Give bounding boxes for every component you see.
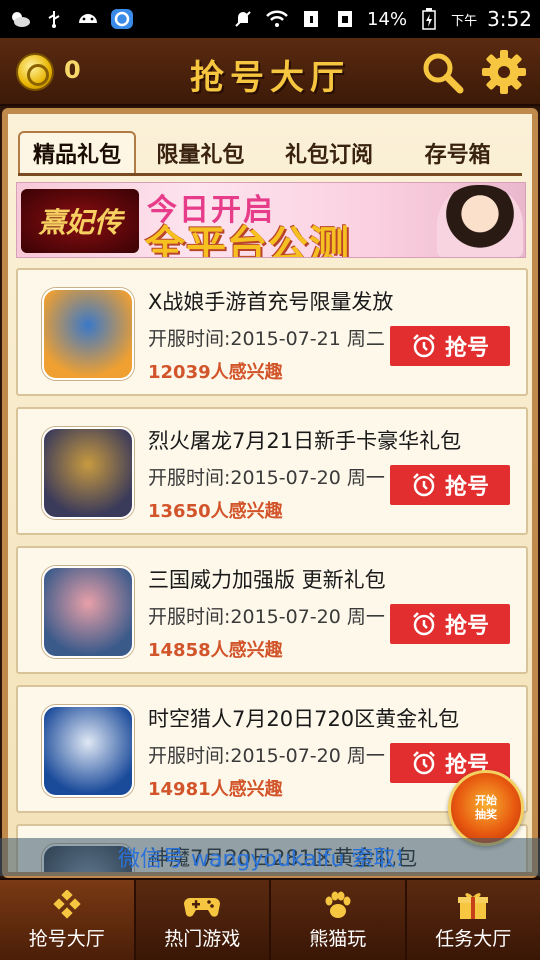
nav-task-hall[interactable]: 任务大厅	[407, 880, 540, 960]
alarm-clock-icon	[413, 473, 435, 497]
search-icon	[423, 53, 464, 94]
interest-count: 13650人感兴趣	[148, 501, 283, 522]
interest-count: 14858人感兴趣	[148, 640, 283, 661]
gift-icon	[458, 892, 489, 919]
gift-card[interactable]: 烈火屠龙7月21日新手卡豪华礼包 开服时间:2015-07-20 周一 13650人…	[16, 407, 528, 535]
gear-icon	[482, 50, 526, 94]
grab-code-button[interactable]: 抢号	[390, 604, 510, 644]
sim1-icon	[299, 9, 323, 29]
gift-card[interactable]: X战娘手游首充号限量发放 开服时间:2015-07-21 周二 12039人感兴趣 抢…	[16, 268, 528, 396]
server-open-time: 开服时间:2015-07-21 周二	[148, 328, 385, 350]
lottery-button[interactable]: 开始 抽奖	[448, 770, 524, 846]
clock: 3:52	[487, 7, 532, 31]
nav-grab-hall[interactable]: 抢号大厅	[0, 880, 136, 960]
tab-gift-subscription[interactable]: 礼包订阅	[265, 133, 394, 173]
promo-banner[interactable]: 熹妃传 今日开启 全平台公测	[16, 182, 526, 258]
nav-label: 任务大厅	[435, 927, 512, 950]
grab-code-label: 抢号	[444, 475, 489, 500]
grab-code-label: 抢号	[444, 614, 489, 639]
server-open-time: 开服时间:2015-07-20 周一	[148, 606, 385, 628]
bottom-nav: 抢号大厅 热门游戏 熊猫玩 任务大厅	[0, 878, 540, 960]
status-bar: 14% 下午 3:52	[0, 0, 540, 38]
grab-code-button[interactable]: 抢号	[390, 465, 510, 505]
alarm-clock-icon	[413, 612, 435, 636]
game-thumbnail	[42, 566, 134, 658]
usb-icon	[42, 9, 66, 29]
tab-premium-gifts[interactable]: 精品礼包	[18, 131, 136, 173]
am-pm: 下午	[451, 13, 478, 29]
lottery-label-1: 开始	[475, 794, 497, 807]
sim2-icon	[333, 9, 357, 29]
nav-panda-play[interactable]: 熊猫玩	[271, 880, 407, 960]
game-thumbnail	[42, 427, 134, 519]
interest-count: 12039人感兴趣	[148, 362, 283, 383]
weather-icon	[8, 9, 32, 29]
nav-label: 抢号大厅	[28, 927, 105, 950]
paw-icon	[325, 891, 351, 918]
content-panel: 精品礼包 限量礼包 礼包订阅 存号箱 熹妃传 今日开启 全平台公测 X战娘手游首…	[2, 108, 538, 878]
server-open-time: 开服时间:2015-07-20 周一	[148, 467, 385, 489]
interest-count: 14981人感兴趣	[148, 779, 283, 800]
banner-character-image	[437, 185, 523, 257]
wifi-icon	[265, 9, 289, 29]
gift-title: 烈火屠龙7月21日新手卡豪华礼包	[148, 429, 462, 453]
gamepad-icon	[184, 897, 221, 917]
android-icon	[76, 9, 100, 29]
search-button[interactable]	[420, 50, 464, 94]
alarm-clock-icon	[413, 751, 435, 775]
mute-icon	[231, 9, 255, 29]
game-logo: 熹妃传	[21, 189, 139, 253]
banner-subheadline: 全平台公测	[145, 223, 350, 258]
gift-card[interactable]: 三国威力加强版 更新礼包 开服时间:2015-07-20 周一 14858人感兴趣 抢…	[16, 546, 528, 674]
gift-title: 三国威力加强版 更新礼包	[148, 568, 386, 592]
browser-icon	[110, 9, 134, 29]
battery-percent: 14%	[367, 8, 408, 30]
gift-title: X战娘手游首充号限量发放	[148, 290, 394, 314]
tab-code-box[interactable]: 存号箱	[393, 133, 522, 173]
alarm-clock-icon	[413, 334, 435, 358]
server-open-time: 开服时间:2015-07-20 周一	[148, 745, 385, 767]
nav-hot-games[interactable]: 热门游戏	[136, 880, 271, 960]
tab-limited-gifts[interactable]: 限量礼包	[136, 133, 265, 173]
grab-code-label: 抢号	[444, 336, 489, 361]
lottery-label-2: 抽奖	[475, 808, 497, 821]
notice-marquee: 微信号 wangyoukaifu 索取!	[0, 838, 540, 876]
game-thumbnail	[42, 288, 134, 380]
app-header: 0 抢号大厅	[0, 38, 540, 106]
nav-label: 热门游戏	[164, 927, 241, 950]
diamond-grid-icon	[53, 889, 81, 919]
nav-label: 熊猫玩	[309, 927, 367, 950]
grab-code-button[interactable]: 抢号	[390, 326, 510, 366]
gift-title: 时空猎人7月20日720区黄金礼包	[148, 707, 460, 731]
game-thumbnail	[42, 705, 134, 797]
settings-button[interactable]	[480, 48, 528, 96]
marquee-text: 微信号 wangyoukaifu 索取!	[118, 847, 405, 872]
battery-icon	[417, 8, 441, 30]
tab-bar: 精品礼包 限量礼包 礼包订阅 存号箱	[18, 131, 522, 176]
